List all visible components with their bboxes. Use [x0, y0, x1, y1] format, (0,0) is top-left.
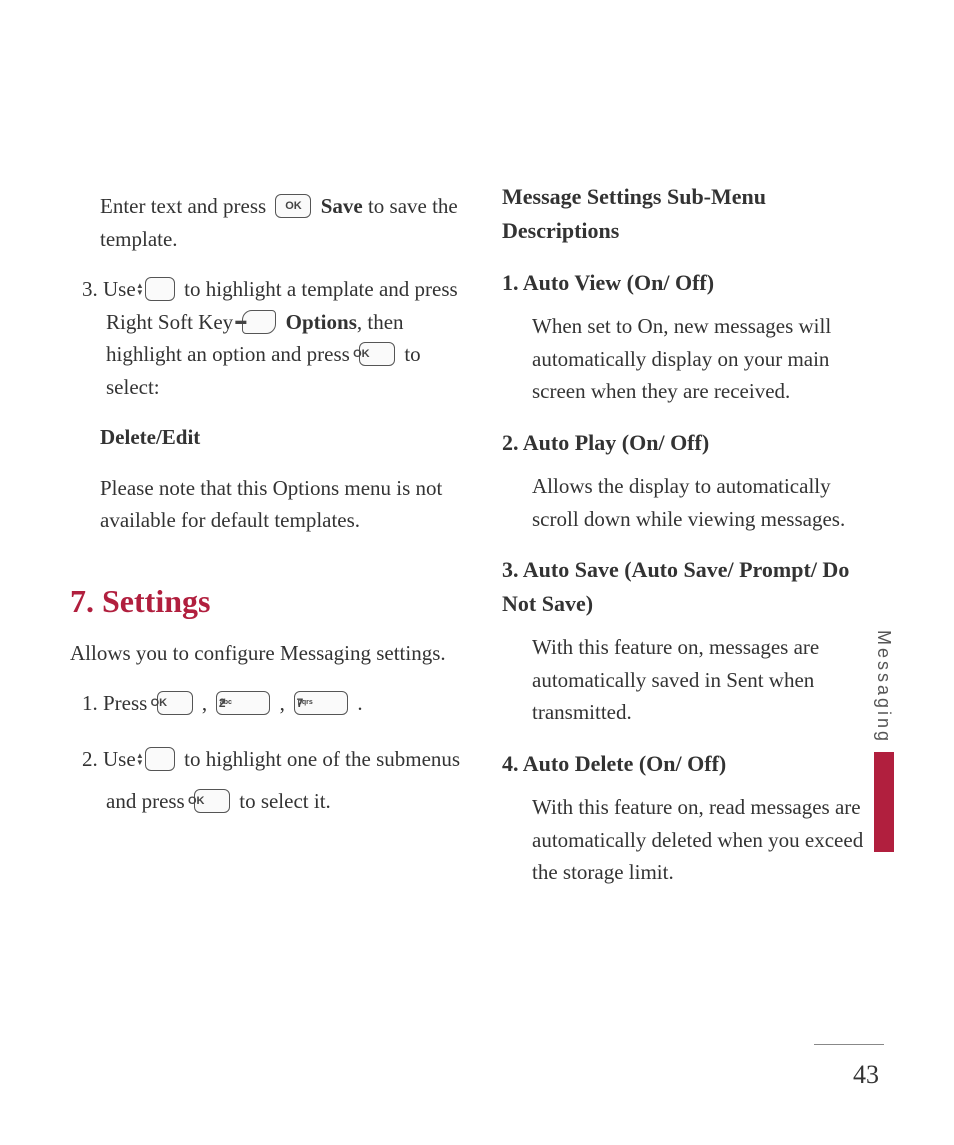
item-1-body: When set to On, new messages will automa…: [502, 310, 864, 408]
nav-key-icon: ▲ ▼: [145, 747, 175, 771]
item-4-title: 4. Auto Delete (On/ Off): [502, 747, 864, 781]
settings-intro: Allows you to configure Messaging settin…: [70, 637, 462, 670]
key-7pqrs-icon: 7pqrs: [294, 691, 348, 715]
step-number: 1.: [82, 691, 103, 715]
softkey-icon: ▬: [242, 310, 276, 334]
settings-step-1: 1. Press OK , 2abc , 7pqrs .: [82, 687, 462, 720]
thumb-bar: [874, 752, 894, 852]
item-3-body: With this feature on, messages are autom…: [502, 631, 864, 729]
item-3-title: 3. Auto Save (Auto Save/ Prompt/ Do Not …: [502, 553, 864, 621]
delete-edit-heading: Delete/Edit: [100, 421, 462, 454]
step-3: 3. Use ▲ ▼ to highlight a template and p…: [82, 273, 462, 403]
submenu-heading: Message Settings Sub-Menu Descriptions: [502, 180, 864, 248]
period: .: [352, 691, 363, 715]
options-note: Please note that this Options menu is no…: [100, 472, 462, 537]
section-7-settings-title: 7. Settings: [70, 577, 462, 627]
item-1-title: 1. Auto View (On/ Off): [502, 266, 864, 300]
save-label: Save: [321, 194, 363, 218]
comma: ,: [274, 691, 290, 715]
options-label: Options: [286, 310, 357, 334]
key-2abc-icon: 2abc: [216, 691, 270, 715]
nav-key-icon: ▲ ▼: [145, 277, 175, 301]
section-thumb-tab: Messaging: [873, 630, 894, 852]
item-2-body: Allows the display to automatically scro…: [502, 470, 864, 535]
page-number: 43: [853, 1060, 879, 1090]
item-4-body: With this feature on, read messages are …: [502, 791, 864, 889]
step-number: 2.: [82, 747, 103, 771]
ok-key-icon: OK: [275, 194, 311, 218]
para-save-template: Enter text and press OK Save to save the…: [100, 190, 462, 255]
text: Enter text and press: [100, 194, 271, 218]
ok-key-icon: OK: [194, 789, 230, 813]
item-2-title: 2. Auto Play (On/ Off): [502, 426, 864, 460]
step-number: 3.: [82, 277, 103, 301]
settings-step-2: 2. Use ▲ ▼ to highlight one of the subme…: [82, 738, 462, 822]
ok-key-icon: OK: [359, 342, 395, 366]
thumb-label: Messaging: [873, 630, 894, 744]
comma: ,: [197, 691, 213, 715]
ok-key-icon: OK: [157, 691, 193, 715]
text: Press: [103, 691, 153, 715]
page-rule: [814, 1044, 884, 1045]
text: to select it.: [239, 789, 331, 813]
